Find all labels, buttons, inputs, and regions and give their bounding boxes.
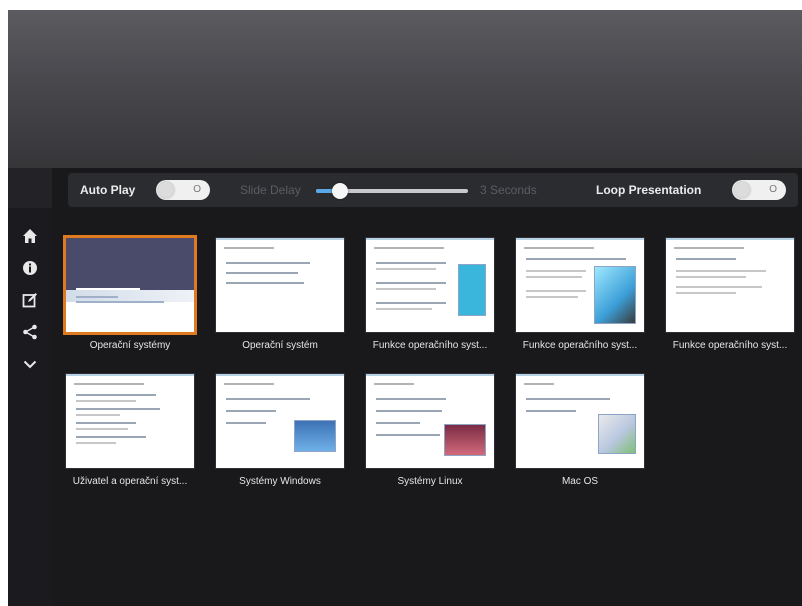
info-button[interactable] — [16, 254, 44, 282]
loop-presentation-toggle-state: O — [769, 184, 777, 195]
slide-caption: Systémy Windows — [239, 476, 321, 487]
slideshow-app: Auto Play O Slide Delay 3 Seconds Loop P… — [8, 10, 802, 606]
slide-preview — [216, 374, 344, 468]
slide-delay-value: 3 Seconds — [480, 183, 537, 197]
info-icon — [23, 261, 37, 275]
slide-thumbnail-2[interactable]: Operační systém — [210, 238, 350, 351]
slide-delay-slider[interactable] — [316, 183, 468, 199]
slide-thumbnail-3[interactable]: Funkce operačního syst... — [360, 238, 500, 351]
slide-caption: Systémy Linux — [397, 476, 463, 487]
share-icon — [23, 324, 37, 340]
home-button[interactable] — [16, 222, 44, 250]
slide-thumbnail-1[interactable]: Operační systémy — [60, 238, 200, 351]
chevron-down-icon — [23, 360, 37, 369]
slide-preview — [216, 238, 344, 332]
edit-icon — [22, 293, 37, 308]
slide-preview — [366, 374, 494, 468]
side-nav-header — [8, 168, 52, 208]
loop-presentation-toggle-knob — [734, 182, 750, 198]
slide-caption: Funkce operačního syst... — [522, 340, 638, 351]
slide-preview — [516, 238, 644, 332]
side-nav — [8, 168, 52, 606]
more-button[interactable] — [16, 350, 44, 378]
slide-caption: Funkce operačního syst... — [672, 340, 788, 351]
slide-caption: Operační systém — [242, 340, 318, 351]
slide-delay-thumb[interactable] — [332, 183, 348, 199]
slide-preview — [666, 238, 794, 332]
slide-delay-label: Slide Delay — [240, 183, 301, 197]
loop-presentation-label: Loop Presentation — [596, 183, 702, 197]
loop-presentation-toggle[interactable]: O — [732, 180, 786, 200]
edit-button[interactable] — [16, 286, 44, 314]
auto-play-toggle[interactable]: O — [156, 180, 210, 200]
slide-preview — [66, 238, 194, 332]
auto-play-toggle-knob — [158, 182, 174, 198]
slide-caption: Mac OS — [561, 476, 599, 487]
playback-controls: Auto Play O Slide Delay 3 Seconds Loop P… — [68, 173, 798, 207]
slide-preview — [366, 238, 494, 332]
preview-area — [8, 10, 802, 168]
slide-preview — [66, 374, 194, 468]
slide-thumbnail-6[interactable]: Uživatel a operační syst... — [60, 374, 200, 487]
home-icon — [23, 229, 37, 243]
slide-caption: Operační systémy — [89, 340, 171, 351]
auto-play-toggle-state: O — [193, 184, 201, 195]
slide-preview — [516, 374, 644, 468]
slide-thumbnail-5[interactable]: Funkce operačního syst... — [660, 238, 800, 351]
slide-thumbnail-8[interactable]: Systémy Linux — [360, 374, 500, 487]
slide-thumbnail-9[interactable]: Mac OS — [510, 374, 650, 487]
auto-play-label: Auto Play — [80, 183, 136, 197]
slide-caption: Uživatel a operační syst... — [72, 476, 188, 487]
slide-caption: Funkce operačního syst... — [372, 340, 488, 351]
slide-thumbnail-7[interactable]: Systémy Windows — [210, 374, 350, 487]
slide-thumbnail-4[interactable]: Funkce operačního syst... — [510, 238, 650, 351]
share-button[interactable] — [16, 318, 44, 346]
